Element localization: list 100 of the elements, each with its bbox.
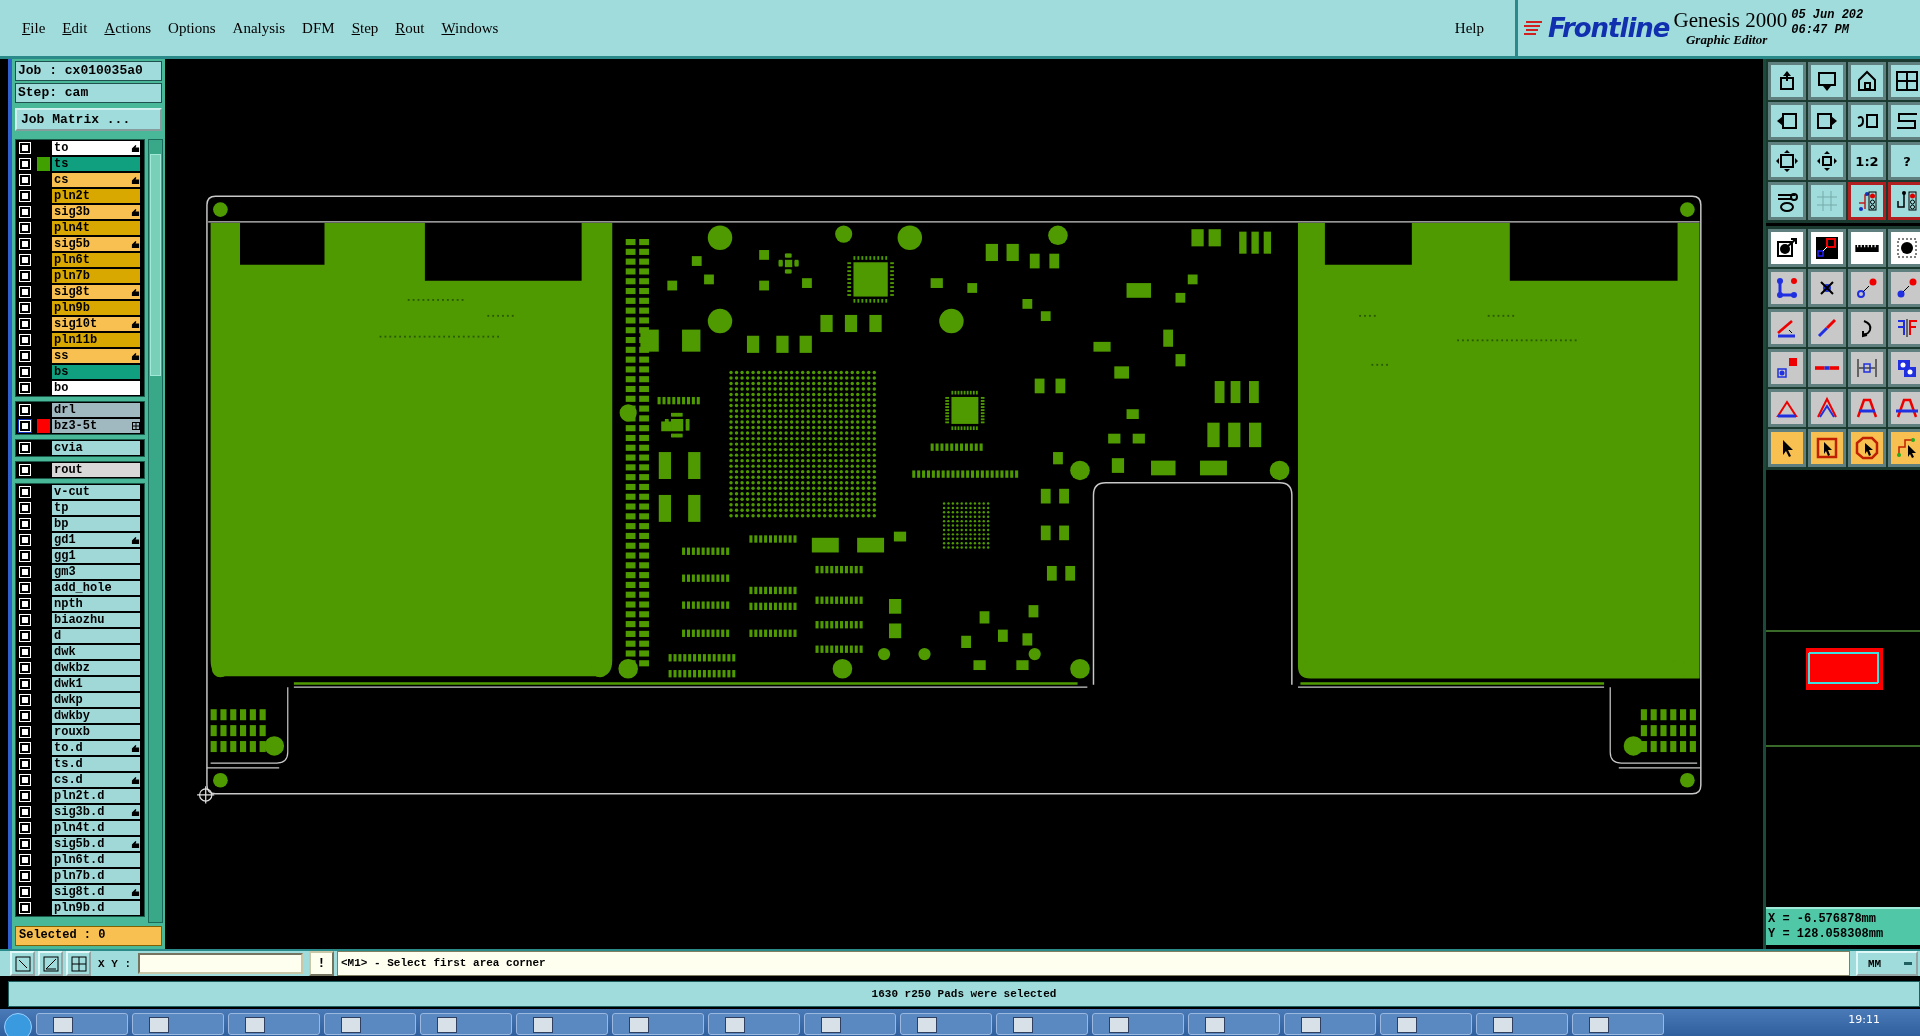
layer-name[interactable]: pln9b.d [52,901,140,915]
taskbar-button[interactable] [324,1013,416,1035]
job-matrix-button[interactable]: Job Matrix ... [15,108,162,131]
taskbar-button[interactable] [1092,1013,1184,1035]
toolbar-button[interactable] [1888,349,1920,387]
toolbar-button[interactable] [1768,102,1806,140]
scrollbar-thumb[interactable] [150,154,161,376]
layer-name[interactable]: pln2t [52,189,140,203]
toolbar-button[interactable] [1888,182,1920,220]
menu-item[interactable]: Windows [441,19,499,37]
taskbar-button[interactable] [612,1013,704,1035]
taskbar-button[interactable] [132,1013,224,1035]
select-tool-button[interactable] [10,951,35,976]
layer-name[interactable]: sig5b [52,237,140,251]
taskbar-button[interactable] [516,1013,608,1035]
toolbar-button[interactable] [1768,182,1806,220]
layer-name[interactable]: pln4t [52,221,140,235]
layer-name[interactable]: dwkp [52,693,140,707]
taskbar-button[interactable] [900,1013,992,1035]
layer-name[interactable]: ts [52,157,140,171]
toolbar-button[interactable] [1888,102,1920,140]
layer-name[interactable]: dwk [52,645,140,659]
layer-name[interactable]: ss [52,349,140,363]
layer-name[interactable]: bs [52,365,140,379]
layer-name[interactable]: sig8t.d [52,885,140,899]
layer-name[interactable]: bo [52,381,140,395]
units-dropdown[interactable]: MM [1856,951,1918,976]
layer-name[interactable]: v-cut [52,485,140,499]
toolbar-button[interactable] [1808,102,1846,140]
layer-name[interactable]: sig8t [52,285,140,299]
taskbar-button[interactable] [36,1013,128,1035]
menu-item[interactable]: Options [168,19,216,37]
taskbar-button[interactable] [228,1013,320,1035]
taskbar-button[interactable] [420,1013,512,1035]
toolbar-button[interactable] [1808,142,1846,180]
layer-name[interactable]: tp [52,501,140,515]
toolbar-button[interactable] [1848,309,1886,347]
toolbar-button[interactable] [1888,429,1920,467]
toolbar-button[interactable] [1808,62,1846,100]
layer-name[interactable]: pln7b [52,269,140,283]
layer-name[interactable]: gm3 [52,565,140,579]
layer-name[interactable]: npth [52,597,140,611]
xy-input[interactable] [138,953,303,974]
taskbar-button[interactable] [1572,1013,1664,1035]
toolbar-button[interactable] [1768,229,1806,267]
layer-name[interactable]: pln6t.d [52,853,140,867]
toolbar-button[interactable] [1768,142,1806,180]
taskbar-button[interactable] [1284,1013,1376,1035]
grid-tool-button[interactable] [66,951,91,976]
menu-item[interactable]: Actions [104,19,152,37]
layer-name[interactable]: rout [52,463,140,477]
layer-name[interactable]: cs [52,173,140,187]
toolbar-button[interactable] [1808,269,1846,307]
layer-name[interactable]: bp [52,517,140,531]
taskbar-button[interactable] [804,1013,896,1035]
taskbar-button[interactable] [708,1013,800,1035]
menu-item[interactable]: DFM [302,19,335,37]
layer-name[interactable]: d [52,629,140,643]
layer-name[interactable]: dwk1 [52,677,140,691]
toolbar-button[interactable] [1768,429,1806,467]
toolbar-button[interactable] [1848,429,1886,467]
toolbar-button[interactable] [1848,229,1886,267]
layer-name[interactable]: drl [52,403,140,417]
menu-item[interactable]: Step [351,19,379,37]
toolbar-button[interactable] [1808,429,1846,467]
layer-name[interactable]: pln2t.d [52,789,140,803]
start-button[interactable] [4,1013,32,1036]
toolbar-button[interactable] [1768,62,1806,100]
layer-name[interactable]: dwkby [52,709,140,723]
layer-name[interactable]: to [52,141,140,155]
toolbar-button[interactable] [1848,182,1886,220]
layer-name[interactable]: bz3-5t [52,419,140,433]
layer-name[interactable]: sig10t [52,317,140,331]
layer-name[interactable]: pln7b.d [52,869,140,883]
execute-button[interactable]: ! [309,951,334,976]
taskbar-button[interactable] [1476,1013,1568,1035]
toolbar-button[interactable] [1848,102,1886,140]
toolbar-button[interactable] [1888,62,1920,100]
layer-name[interactable]: gg1 [52,549,140,563]
layer-name[interactable]: sig5b.d [52,837,140,851]
toolbar-button[interactable]: ? [1888,142,1920,180]
layer-name[interactable]: to.d [52,741,140,755]
menu-item[interactable]: Help [1454,19,1484,37]
menu-item[interactable]: File [22,19,46,37]
layer-name[interactable]: biaozhu [52,613,140,627]
layer-name[interactable]: cvia [52,441,140,455]
menu-item[interactable]: Analysis [232,19,286,37]
taskbar-button[interactable] [1380,1013,1472,1035]
layer-name[interactable]: sig3b [52,205,140,219]
layer-name[interactable]: pln11b [52,333,140,347]
layer-name[interactable]: dwkbz [52,661,140,675]
toolbar-button[interactable]: 1:2 [1848,142,1886,180]
menu-item[interactable]: Rout [395,19,425,37]
toolbar-button[interactable] [1808,229,1846,267]
layer-name[interactable]: pln9b [52,301,140,315]
layer-name[interactable]: rouxb [52,725,140,739]
taskbar-button[interactable] [996,1013,1088,1035]
menu-item[interactable]: Edit [62,19,88,37]
layer-name[interactable]: pln6t [52,253,140,267]
scrollbar[interactable] [148,139,163,923]
